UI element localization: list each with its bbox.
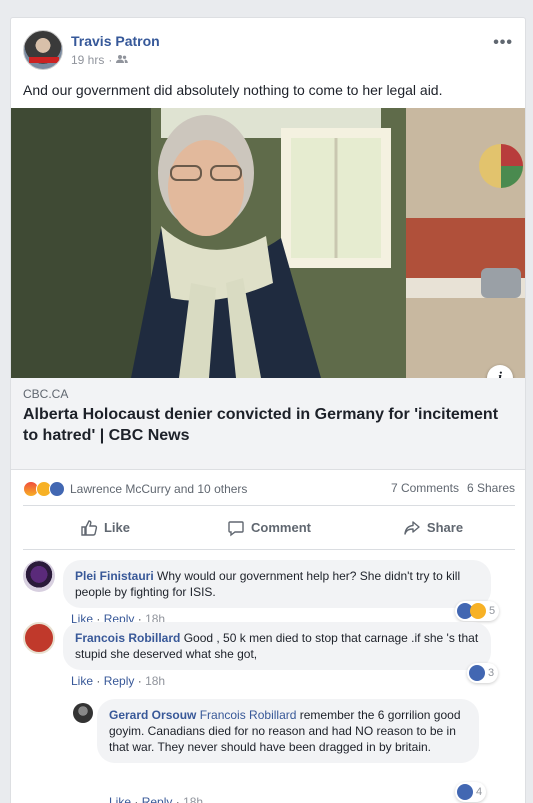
like-icon: [457, 784, 473, 800]
commenter-avatar[interactable]: [23, 560, 55, 592]
comments-count[interactable]: 7 Comments: [391, 481, 459, 495]
comment-reply-link[interactable]: Reply: [142, 795, 173, 803]
friends-icon[interactable]: [116, 53, 129, 67]
share-button[interactable]: Share: [351, 506, 515, 549]
comment-time[interactable]: 18h: [145, 674, 165, 688]
author-avatar[interactable]: [23, 30, 63, 70]
comment: Plei Finistauri Why would our government…: [23, 560, 515, 630]
commenter-name[interactable]: Francois Robillard: [75, 631, 180, 645]
comment-reactions[interactable]: 3: [467, 663, 499, 683]
post-card: Travis Patron 19 hrs · ••• And our gover…: [10, 17, 526, 803]
link-title[interactable]: Alberta Holocaust denier convicted in Ge…: [23, 404, 513, 446]
comment: Francois Robillard Good , 50 k men died …: [23, 622, 515, 692]
commenter-name[interactable]: Plei Finistauri: [75, 569, 154, 583]
comment-bubble: Francois Robillard Good , 50 k men died …: [63, 622, 491, 670]
comment-reactions[interactable]: 4: [455, 782, 487, 802]
reaction-count: 5: [489, 605, 496, 617]
commenter-avatar[interactable]: [23, 622, 55, 654]
reaction-summary[interactable]: Lawrence McCurry and 10 others: [23, 481, 247, 497]
like-button[interactable]: Like: [23, 506, 187, 549]
comment-button[interactable]: Comment: [187, 506, 351, 549]
action-bar: Like Comment Share: [23, 506, 515, 550]
post-meta: 19 hrs ·: [71, 53, 129, 67]
haha-icon: [470, 603, 486, 619]
like-icon: [49, 481, 65, 497]
comment-bubble: Gerard Orsouw Francois Robillard remembe…: [97, 699, 479, 763]
reaction-count: 4: [476, 786, 483, 798]
comment-label: Comment: [251, 520, 311, 535]
post-stats: Lawrence McCurry and 10 others 7 Comment…: [23, 470, 515, 506]
share-label: Share: [426, 520, 464, 535]
comment-icon: [228, 520, 244, 536]
comment-actions: Like · Reply · 18h: [109, 795, 203, 803]
link-domain: CBC.CA: [23, 387, 69, 401]
reaction-count: 3: [488, 667, 495, 679]
comment-actions: Like · Reply · 18h: [71, 674, 166, 688]
post-header: Travis Patron 19 hrs · •••: [23, 30, 513, 74]
comment-bubble: Plei Finistauri Why would our government…: [63, 560, 491, 608]
comment-reply: Gerard Orsouw Francois Robillard remembe…: [73, 699, 515, 803]
commenter-name[interactable]: Gerard Orsouw: [109, 708, 196, 722]
link-image[interactable]: [11, 108, 525, 378]
comment-reply-link[interactable]: Reply: [104, 674, 135, 688]
share-icon: [404, 520, 420, 535]
comment-like-link[interactable]: Like: [71, 674, 93, 688]
like-label: Like: [103, 520, 130, 535]
post-time[interactable]: 19 hrs: [71, 53, 104, 67]
counts: 7 Comments 6 Shares: [391, 481, 515, 495]
comment-like-link[interactable]: Like: [109, 795, 131, 803]
comment-reactions[interactable]: 5: [455, 601, 500, 621]
link-preview[interactable]: CBC.CA Alberta Holocaust denier convicte…: [11, 378, 525, 470]
reactors-text[interactable]: Lawrence McCurry and 10 others: [70, 482, 247, 496]
more-options-icon[interactable]: •••: [493, 34, 513, 52]
comment-time[interactable]: 18h: [183, 795, 203, 803]
like-icon: [469, 665, 485, 681]
mentioned-user[interactable]: Francois Robillard: [200, 708, 297, 722]
post-text: And our government did absolutely nothin…: [23, 82, 443, 98]
thumbs-up-icon: [81, 519, 98, 536]
commenter-avatar[interactable]: [73, 703, 93, 723]
shares-count[interactable]: 6 Shares: [467, 481, 515, 495]
author-name[interactable]: Travis Patron: [71, 33, 160, 49]
